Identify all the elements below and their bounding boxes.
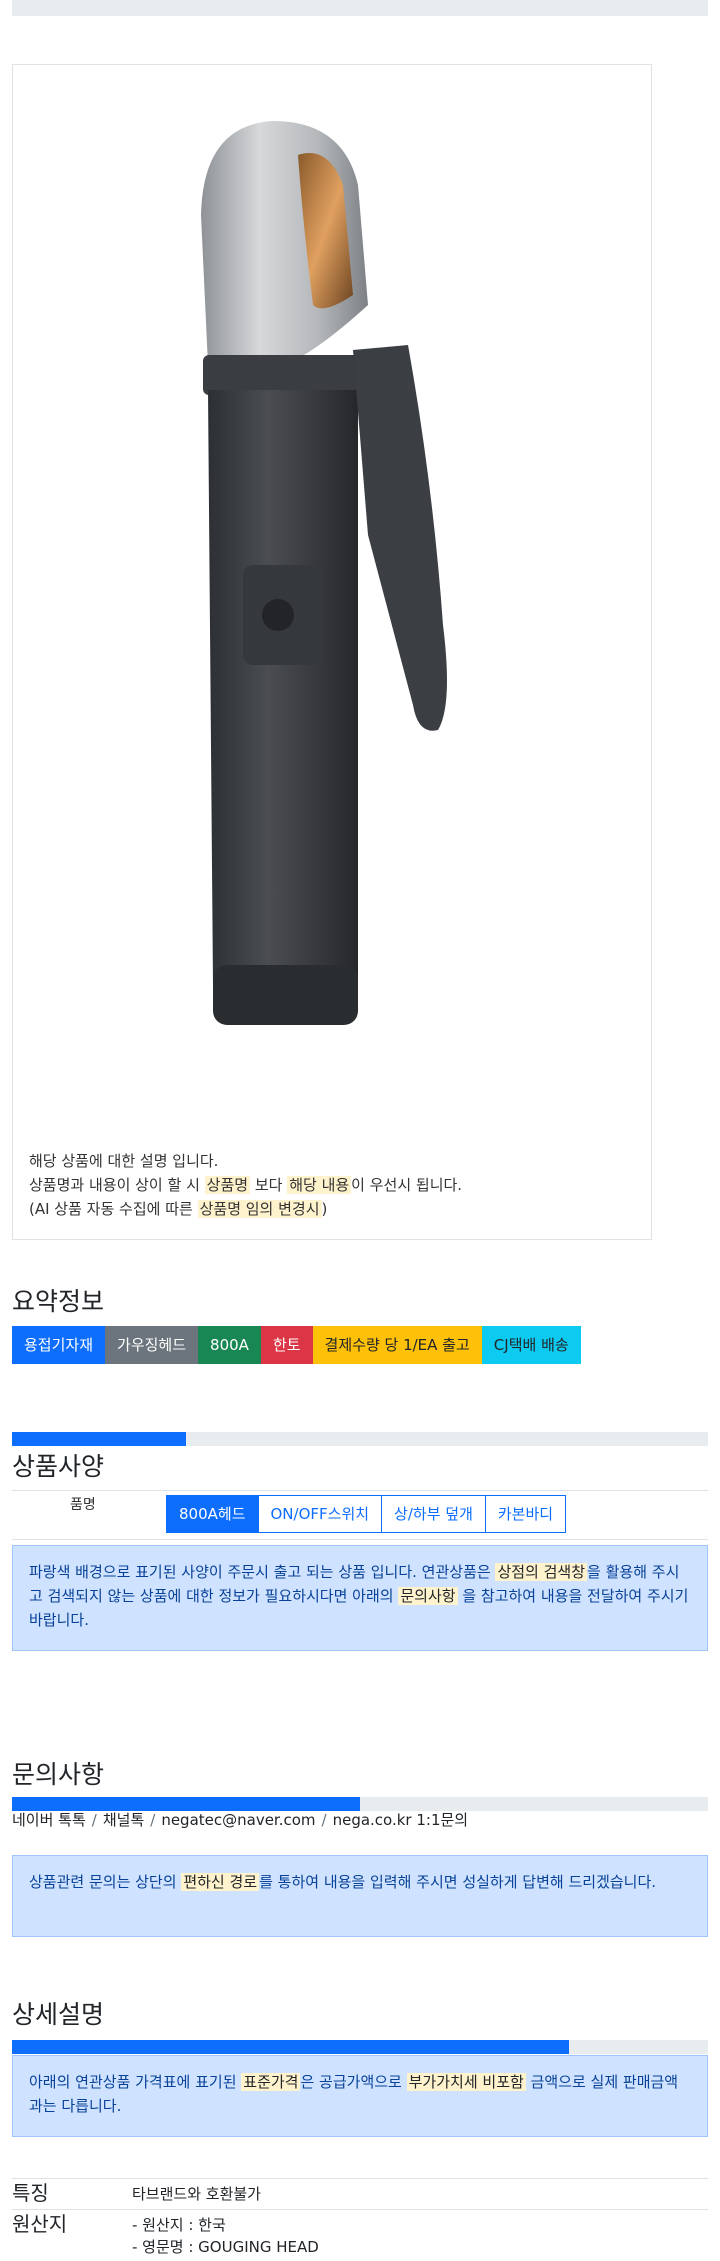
highlight-content: 해당 내용 <box>287 1176 352 1194</box>
badge-brand: 한토 <box>260 1326 313 1364</box>
highlight-contact-route: 편하신 경로 <box>181 1873 260 1891</box>
summary-title: 요약정보 <box>12 1287 105 1316</box>
highlight-vat-excluded: 부가가치세 비포함 <box>406 2073 526 2091</box>
spec-progress-bar <box>12 1432 708 1446</box>
spec-title: 상품사양 <box>12 1452 105 1481</box>
highlight-product-name: 상품명 <box>204 1176 251 1194</box>
spec-option-onoff-switch[interactable]: ON/OFF스위치 <box>257 1495 383 1533</box>
badge-delivery: CJ택배 배송 <box>481 1326 581 1364</box>
detail-progress-bar <box>12 2040 708 2054</box>
detail-progress-fill <box>12 2040 569 2054</box>
spec-options: 800A헤드 ON/OFF스위치 상/하부 덮개 카본바디 <box>166 1495 567 1533</box>
attribute-value: - 원산지 : 한국 <box>132 2216 226 2234</box>
spec-table: 품명 800A헤드 ON/OFF스위치 상/하부 덮개 카본바디 <box>12 1490 708 1540</box>
attribute-key: 특징 <box>12 2181 49 2205</box>
detail-notice: 아래의 연관상품 가격표에 표기된 표준가격 은 공급가액으로 부가가치세 비포함… <box>12 2055 708 2137</box>
spec-notice: 파랑색 배경으로 표기된 사양이 주문시 출고 되는 상품 입니다. 연관상품은… <box>12 1545 708 1651</box>
spec-option-800a-head[interactable]: 800A헤드 <box>166 1495 259 1533</box>
spec-option-cover[interactable]: 상/하부 덮개 <box>381 1495 486 1533</box>
inquiry-title: 문의사항 <box>12 1760 105 1789</box>
attribute-value: - 영문명 : GOUGING HEAD <box>132 2238 319 2256</box>
highlight-name-change: 상품명 임의 변경시 <box>197 1200 322 1218</box>
product-description: 해당 상품에 대한 설명 입니다. 상품명과 내용이 상이 할 시 상품명 보다… <box>29 1149 635 1221</box>
summary-badges: 용접기자재 가우징헤드 800A 한토 결제수량 당 1/EA 출고 CJ택배 … <box>12 1326 581 1364</box>
description-line-3: (AI 상품 자동 수집에 따른 상품명 임의 변경시) <box>29 1200 328 1218</box>
contact-naver-talk[interactable]: 네이버 톡톡 <box>12 1811 86 1829</box>
attribute-key: 원산지 <box>12 2212 68 2236</box>
contact-site-inquiry[interactable]: nega.co.kr 1:1문의 <box>333 1811 469 1829</box>
contact-email[interactable]: negatec@naver.com <box>161 1811 315 1829</box>
badge-subcategory: 가우징헤드 <box>105 1326 199 1364</box>
description-line-2: 상품명과 내용이 상이 할 시 상품명 보다 해당 내용 이 우선시 됩니다. <box>29 1176 463 1194</box>
badge-amperage: 800A <box>198 1326 261 1364</box>
product-photo-icon <box>201 121 447 1025</box>
top-bar <box>12 0 708 16</box>
page: 해당 상품에 대한 설명 입니다. 상품명과 내용이 상이 할 시 상품명 보다… <box>0 0 720 2261</box>
contact-channel-talk[interactable]: 채널톡 <box>103 1811 144 1829</box>
spec-progress-fill <box>12 1432 186 1446</box>
contact-channels: 네이버 톡톡 / 채널톡 / negatec@naver.com / nega.co.kr … <box>12 1811 469 1829</box>
description-line-1: 해당 상품에 대한 설명 입니다. <box>29 1152 219 1170</box>
spec-option-carbon-body[interactable]: 카본바디 <box>484 1495 567 1533</box>
product-card: 해당 상품에 대한 설명 입니다. 상품명과 내용이 상이 할 시 상품명 보다… <box>12 64 652 1240</box>
gouging-head-holder-image <box>13 65 651 1135</box>
inquiry-notice: 상품관련 문의는 상단의 편하신 경로 를 통하여 내용을 입력해 주시면 성실하… <box>12 1855 708 1937</box>
badge-shipping-quantity: 결제수량 당 1/EA 출고 <box>312 1326 482 1364</box>
highlight-search: 상점의 검색창 <box>495 1563 588 1581</box>
spec-label: 품명 <box>70 1497 96 1513</box>
highlight-inquiry: 문의사항 <box>398 1587 458 1605</box>
highlight-standard-price: 표준가격 <box>241 2073 301 2091</box>
attribute-row-feature: 특징 타브랜드와 호환불가 <box>12 2178 708 2207</box>
detail-title: 상세설명 <box>12 2000 105 2029</box>
badge-category: 용접기자재 <box>12 1326 106 1364</box>
attribute-row-origin: 원산지 - 원산지 : 한국 - 영문명 : GOUGING HEAD <box>12 2209 708 2258</box>
attribute-value: 타브랜드와 호환불가 <box>132 2185 261 2203</box>
